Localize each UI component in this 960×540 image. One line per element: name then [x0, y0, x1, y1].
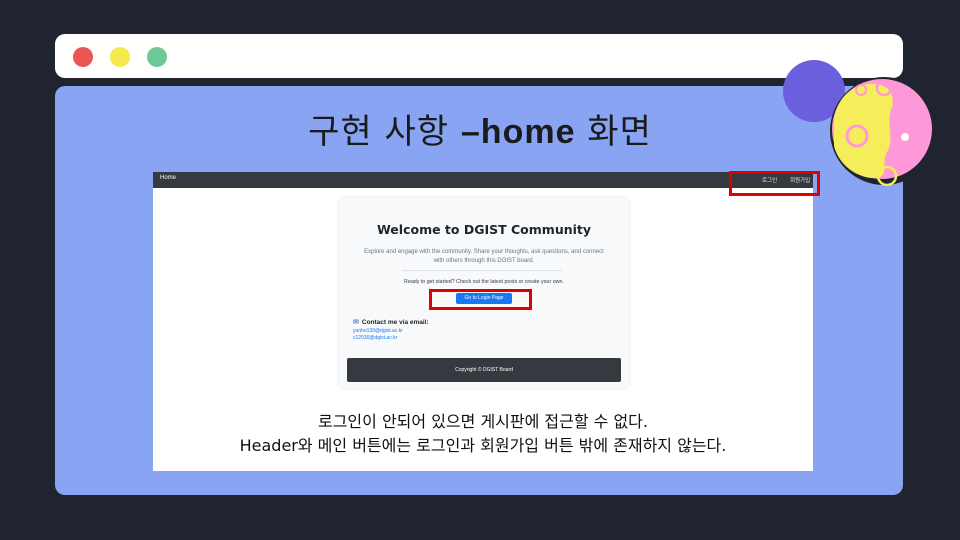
app-screenshot: Home 로그인 회원가입 Welcome to DGIST Community… [153, 172, 813, 471]
navbar: Home 로그인 회원가입 [153, 172, 813, 188]
window-titlebar [55, 34, 903, 78]
caption-line-1: 로그인이 안되어 있으면 게시판에 접근할 수 없다. [317, 412, 648, 431]
card-title: Welcome to DGIST Community [376, 222, 592, 237]
caption-line-2: Header와 메인 버튼에는 로그인과 회원가입 버튼 밖에 존재하지 않는다… [239, 436, 727, 455]
email-link[interactable]: yunho139@dgist.ac.kr [353, 328, 403, 334]
navbar-highlight-box [729, 171, 820, 196]
nav-home-link[interactable]: Home [160, 175, 176, 181]
contact-icon: ✉ [353, 319, 359, 326]
window-minimize-dot-icon[interactable] [110, 47, 130, 67]
card-ready-text: Ready to get started? Check out the late… [404, 279, 564, 285]
window-maximize-dot-icon[interactable] [147, 47, 167, 67]
slide-title: 구현 사항 –home 화면 [0, 104, 960, 153]
contact-heading-text: Contact me via email: [361, 319, 429, 326]
card-divider [402, 270, 562, 271]
slide-title-en: –home [460, 113, 576, 151]
card-description: Explore and engage with the community. S… [364, 249, 604, 264]
email-link[interactable]: c12030@dgist.ac.kr [353, 335, 397, 341]
window-close-dot-icon[interactable] [73, 47, 93, 67]
slide-title-ko: 구현 사항 [308, 112, 461, 152]
contact-heading: ✉ Contact me via email: [353, 318, 429, 326]
button-highlight-box [429, 289, 532, 310]
slide-title-ko2: 화면 [575, 112, 652, 152]
card-footer: Copyright © DGIST Board [347, 358, 621, 382]
